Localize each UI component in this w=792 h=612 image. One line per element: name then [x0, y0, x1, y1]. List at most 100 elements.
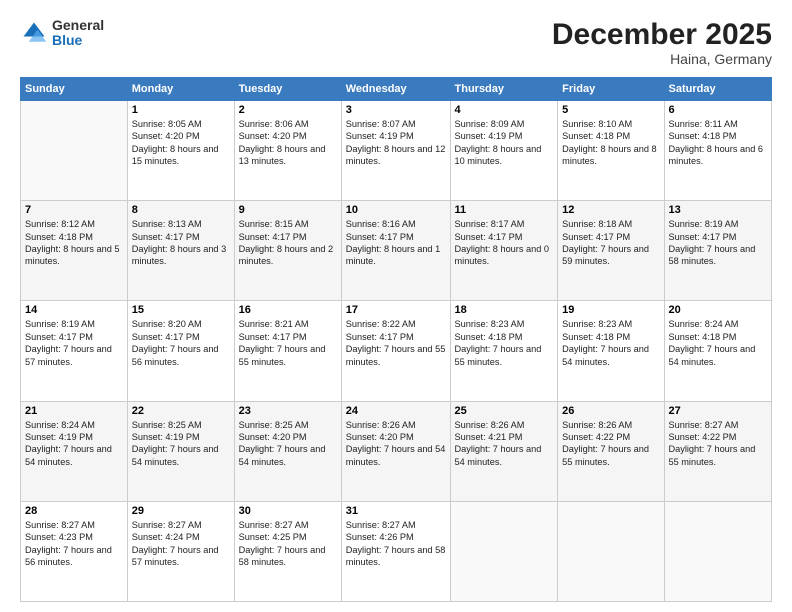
day-info: Sunrise: 8:18 AMSunset: 4:17 PMDaylight:… — [562, 218, 659, 268]
month-title: December 2025 — [552, 18, 772, 51]
day-info: Sunrise: 8:27 AMSunset: 4:25 PMDaylight:… — [239, 519, 337, 569]
day-info: Sunrise: 8:25 AMSunset: 4:20 PMDaylight:… — [239, 419, 337, 469]
day-number: 8 — [132, 204, 230, 216]
day-info: Sunrise: 8:20 AMSunset: 4:17 PMDaylight:… — [132, 318, 230, 368]
day-number: 7 — [25, 204, 123, 216]
calendar-cell: 14 Sunrise: 8:19 AMSunset: 4:17 PMDayligh… — [21, 301, 128, 401]
day-header-sunday: Sunday — [21, 78, 128, 101]
day-header-monday: Monday — [127, 78, 234, 101]
calendar-cell: 17Sunrise: 8:22 AMSunset: 4:17 PMDayligh… — [341, 301, 450, 401]
logo: General Blue — [20, 18, 104, 49]
day-number: 11 — [455, 204, 554, 216]
day-header-thursday: Thursday — [450, 78, 558, 101]
day-number: 2 — [239, 104, 337, 116]
calendar-cell: 4 Sunrise: 8:09 AMSunset: 4:19 PMDaylight… — [450, 101, 558, 201]
calendar-table: SundayMondayTuesdayWednesdayThursdayFrid… — [20, 77, 772, 602]
calendar-cell: 22Sunrise: 8:25 AMSunset: 4:19 PMDayligh… — [127, 401, 234, 501]
calendar-cell: 18Sunrise: 8:23 AMSunset: 4:18 PMDayligh… — [450, 301, 558, 401]
day-info: Sunrise: 8:27 AMSunset: 4:24 PMDaylight:… — [132, 519, 230, 569]
day-number: 13 — [669, 204, 768, 216]
day-info: Sunrise: 8:10 AMSunset: 4:18 PMDaylight:… — [562, 118, 659, 168]
page: General Blue December 2025 Haina, German… — [0, 0, 792, 612]
calendar-cell: 7Sunrise: 8:12 AMSunset: 4:18 PMDaylight… — [21, 201, 128, 301]
calendar-cell: 27Sunrise: 8:27 AMSunset: 4:22 PMDayligh… — [664, 401, 772, 501]
day-info: Sunrise: 8:24 AMSunset: 4:18 PMDaylight:… — [669, 318, 768, 368]
calendar-cell — [664, 501, 772, 601]
calendar-week-row: 28 Sunrise: 8:27 AMSunset: 4:23 PMDayligh… — [21, 501, 772, 601]
day-info: Sunrise: 8:15 AMSunset: 4:17 PMDaylight:… — [239, 218, 337, 268]
calendar-cell: 30 Sunrise: 8:27 AMSunset: 4:25 PMDayligh… — [234, 501, 341, 601]
day-info: Sunrise: 8:27 AMSunset: 4:26 PMDaylight:… — [346, 519, 446, 569]
day-info: Sunrise: 8:19 AMSunset: 4:17 PMDaylight:… — [25, 318, 123, 368]
calendar-cell: 3 Sunrise: 8:07 AMSunset: 4:19 PMDaylight… — [341, 101, 450, 201]
calendar-cell: 10Sunrise: 8:16 AMSunset: 4:17 PMDayligh… — [341, 201, 450, 301]
day-header-tuesday: Tuesday — [234, 78, 341, 101]
day-number: 3 — [346, 104, 446, 116]
calendar-cell: 5 Sunrise: 8:10 AMSunset: 4:18 PMDaylight… — [558, 101, 664, 201]
day-number: 22 — [132, 405, 230, 417]
day-info: Sunrise: 8:26 AMSunset: 4:21 PMDaylight:… — [455, 419, 554, 469]
day-info: Sunrise: 8:24 AMSunset: 4:19 PMDaylight:… — [25, 419, 123, 469]
calendar-cell: 2Sunrise: 8:06 AMSunset: 4:20 PMDaylight… — [234, 101, 341, 201]
logo-blue: Blue — [52, 33, 104, 48]
calendar-week-row: 1 Sunrise: 8:05 AMSunset: 4:20 PMDaylight… — [21, 101, 772, 201]
day-number: 9 — [239, 204, 337, 216]
day-number: 17 — [346, 304, 446, 316]
day-info: Sunrise: 8:07 AMSunset: 4:19 PMDaylight:… — [346, 118, 446, 168]
calendar-cell — [558, 501, 664, 601]
day-number: 12 — [562, 204, 659, 216]
day-info: Sunrise: 8:26 AMSunset: 4:22 PMDaylight:… — [562, 419, 659, 469]
day-info: Sunrise: 8:26 AMSunset: 4:20 PMDaylight:… — [346, 419, 446, 469]
day-number: 15 — [132, 304, 230, 316]
calendar-cell: 19Sunrise: 8:23 AMSunset: 4:18 PMDayligh… — [558, 301, 664, 401]
day-info: Sunrise: 8:19 AMSunset: 4:17 PMDaylight:… — [669, 218, 768, 268]
day-info: Sunrise: 8:16 AMSunset: 4:17 PMDaylight:… — [346, 218, 446, 268]
day-info: Sunrise: 8:27 AMSunset: 4:23 PMDaylight:… — [25, 519, 123, 569]
calendar-header-row: SundayMondayTuesdayWednesdayThursdayFrid… — [21, 78, 772, 101]
calendar-cell: 11 Sunrise: 8:17 AMSunset: 4:17 PMDayligh… — [450, 201, 558, 301]
calendar-cell: 29Sunrise: 8:27 AMSunset: 4:24 PMDayligh… — [127, 501, 234, 601]
day-info: Sunrise: 8:23 AMSunset: 4:18 PMDaylight:… — [562, 318, 659, 368]
calendar-cell: 26Sunrise: 8:26 AMSunset: 4:22 PMDayligh… — [558, 401, 664, 501]
day-number: 23 — [239, 405, 337, 417]
calendar-week-row: 21 Sunrise: 8:24 AMSunset: 4:19 PMDayligh… — [21, 401, 772, 501]
calendar-cell: 9 Sunrise: 8:15 AMSunset: 4:17 PMDaylight… — [234, 201, 341, 301]
calendar-cell: 6 Sunrise: 8:11 AMSunset: 4:18 PMDaylight… — [664, 101, 772, 201]
calendar-cell: 21 Sunrise: 8:24 AMSunset: 4:19 PMDayligh… — [21, 401, 128, 501]
location: Haina, Germany — [552, 51, 772, 67]
calendar-cell: 16Sunrise: 8:21 AMSunset: 4:17 PMDayligh… — [234, 301, 341, 401]
calendar-cell — [21, 101, 128, 201]
day-number: 30 — [239, 505, 337, 517]
day-number: 14 — [25, 304, 123, 316]
logo-icon — [20, 19, 48, 47]
calendar-cell: 8Sunrise: 8:13 AMSunset: 4:17 PMDaylight… — [127, 201, 234, 301]
day-header-wednesday: Wednesday — [341, 78, 450, 101]
day-info: Sunrise: 8:09 AMSunset: 4:19 PMDaylight:… — [455, 118, 554, 168]
day-info: Sunrise: 8:11 AMSunset: 4:18 PMDaylight:… — [669, 118, 768, 168]
calendar-cell: 23 Sunrise: 8:25 AMSunset: 4:20 PMDayligh… — [234, 401, 341, 501]
calendar-cell: 12 Sunrise: 8:18 AMSunset: 4:17 PMDayligh… — [558, 201, 664, 301]
day-number: 5 — [562, 104, 659, 116]
calendar-cell — [450, 501, 558, 601]
logo-general: General — [52, 18, 104, 33]
logo-text: General Blue — [52, 18, 104, 49]
calendar-cell: 1 Sunrise: 8:05 AMSunset: 4:20 PMDaylight… — [127, 101, 234, 201]
day-number: 28 — [25, 505, 123, 517]
calendar-week-row: 14 Sunrise: 8:19 AMSunset: 4:17 PMDayligh… — [21, 301, 772, 401]
day-number: 4 — [455, 104, 554, 116]
calendar-cell: 13 Sunrise: 8:19 AMSunset: 4:17 PMDayligh… — [664, 201, 772, 301]
day-number: 31 — [346, 505, 446, 517]
day-number: 25 — [455, 405, 554, 417]
day-info: Sunrise: 8:21 AMSunset: 4:17 PMDaylight:… — [239, 318, 337, 368]
calendar-cell: 15 Sunrise: 8:20 AMSunset: 4:17 PMDayligh… — [127, 301, 234, 401]
calendar-cell: 28 Sunrise: 8:27 AMSunset: 4:23 PMDayligh… — [21, 501, 128, 601]
day-number: 1 — [132, 104, 230, 116]
header: General Blue December 2025 Haina, German… — [20, 18, 772, 67]
day-number: 20 — [669, 304, 768, 316]
day-header-saturday: Saturday — [664, 78, 772, 101]
day-info: Sunrise: 8:17 AMSunset: 4:17 PMDaylight:… — [455, 218, 554, 268]
day-number: 21 — [25, 405, 123, 417]
day-info: Sunrise: 8:05 AMSunset: 4:20 PMDaylight:… — [132, 118, 230, 168]
day-number: 6 — [669, 104, 768, 116]
calendar-cell: 20 Sunrise: 8:24 AMSunset: 4:18 PMDayligh… — [664, 301, 772, 401]
